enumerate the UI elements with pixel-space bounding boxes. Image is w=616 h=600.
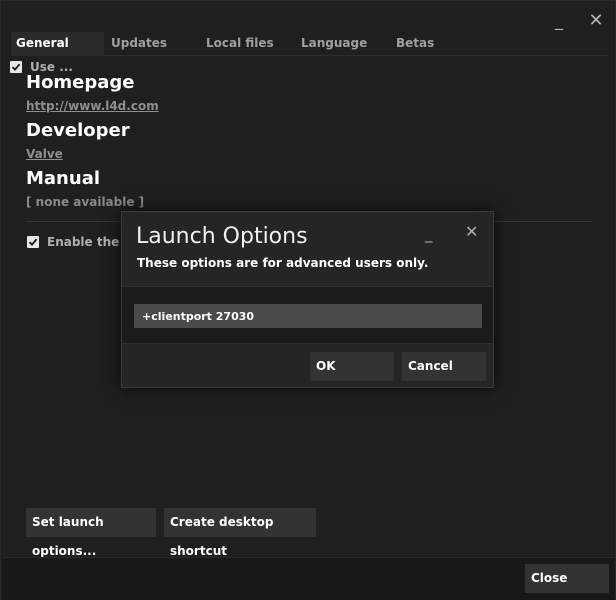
- close-icon[interactable]: ✕: [465, 222, 478, 241]
- tab-local-files[interactable]: Local files: [201, 32, 274, 56]
- manual-value: [ none available ]: [26, 195, 145, 209]
- launch-options-input[interactable]: [134, 304, 482, 328]
- close-button[interactable]: Close: [525, 564, 609, 593]
- homepage-link[interactable]: http://www.l4d.com: [26, 99, 159, 113]
- tab-general[interactable]: General: [11, 32, 104, 56]
- footer-bar: [2, 557, 615, 600]
- developer-link[interactable]: Valve: [26, 147, 63, 161]
- checkmark-icon: [28, 238, 38, 246]
- checkbox[interactable]: [10, 61, 22, 73]
- set-launch-options-button[interactable]: Set launch options...: [26, 508, 156, 558]
- minimize-icon[interactable]: _: [425, 225, 433, 243]
- checkmark-icon: [11, 63, 21, 71]
- ok-button[interactable]: OK: [310, 352, 394, 381]
- tab-bar: General Updates Local files Language Bet…: [11, 32, 607, 56]
- tab-updates[interactable]: Updates: [106, 32, 167, 56]
- manual-heading: Manual: [26, 168, 101, 189]
- minimize-icon[interactable]: _: [549, 11, 569, 31]
- developer-heading: Developer: [26, 120, 130, 141]
- tab-betas[interactable]: Betas: [391, 32, 434, 56]
- homepage-heading: Homepage: [26, 72, 135, 93]
- dialog-subtitle: These options are for advanced users onl…: [137, 256, 429, 270]
- dialog-body: [122, 286, 493, 344]
- tab-language[interactable]: Language: [296, 32, 367, 56]
- launch-options-dialog: Launch Options _ ✕ These options are for…: [121, 211, 494, 388]
- checkbox[interactable]: [27, 236, 39, 248]
- close-icon[interactable]: ✕: [586, 11, 606, 31]
- cancel-button[interactable]: Cancel: [402, 352, 486, 381]
- dialog-title: Launch Options: [136, 224, 308, 249]
- create-desktop-shortcut-button[interactable]: Create desktop shortcut: [164, 508, 316, 558]
